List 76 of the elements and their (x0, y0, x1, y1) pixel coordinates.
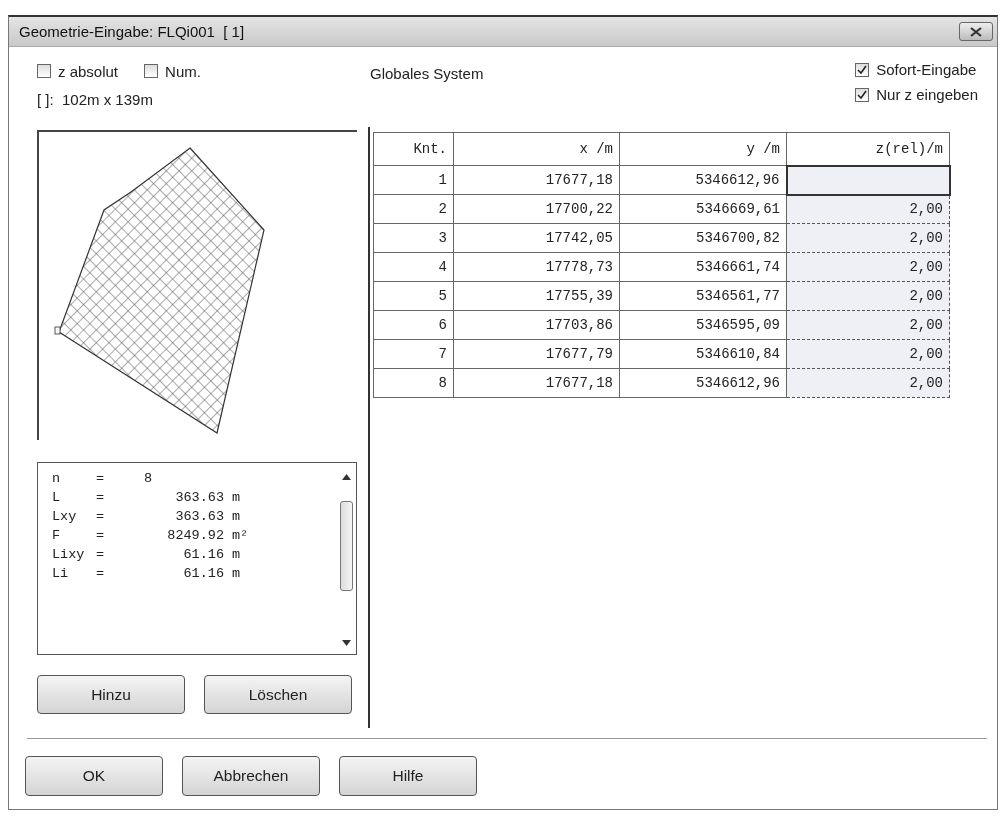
window-title: Geometrie-Eingabe: FLQi001 [ 1] (19, 23, 245, 40)
column-header[interactable]: x /m (453, 132, 620, 166)
table-cell: 4 (373, 252, 454, 282)
table-cell: 7 (373, 339, 454, 369)
table-cell: 5346561,77 (619, 281, 787, 311)
close-button[interactable] (959, 22, 993, 41)
info-value: 61.16 (182, 566, 225, 583)
table-cell: 17677,18 (453, 165, 620, 195)
checkbox[interactable]: Nur z eingeben (855, 86, 978, 103)
z-input-cell[interactable]: 2,00 (786, 368, 950, 398)
info-value: 363.63 (174, 490, 225, 507)
table-cell: 17778,73 (453, 252, 620, 282)
info-value: 8249.92 (166, 528, 225, 545)
list-button[interactable]: Löschen (204, 675, 352, 714)
info-value: 8 (143, 471, 154, 488)
info-name: Li (52, 566, 70, 583)
table-cell: 17742,05 (453, 223, 620, 253)
table-cell: 5 (373, 281, 454, 311)
dialog-button[interactable]: OK (25, 756, 163, 796)
table-cell: 3 (373, 223, 454, 253)
table-cell: 5346610,84 (619, 339, 787, 369)
table-cell: 6 (373, 310, 454, 340)
list-button[interactable]: Hinzu (37, 675, 185, 714)
info-name: L (52, 490, 62, 507)
info-equals: = (96, 490, 106, 507)
table-cell: 8 (373, 368, 454, 398)
info-name: F (52, 528, 62, 545)
table-cell: 5346595,09 (619, 310, 787, 340)
info-name: n (52, 471, 62, 488)
table-cell: 5346661,74 (619, 252, 787, 282)
checkmark-icon (857, 64, 868, 75)
z-input-cell[interactable]: 2,00 (786, 252, 950, 282)
scrollbar-thumb[interactable] (340, 501, 353, 591)
table-cell: 17677,18 (453, 368, 620, 398)
z-input-cell[interactable]: 2,00 (786, 339, 950, 369)
table-cell: 17677,79 (453, 339, 620, 369)
z-input-cell[interactable]: 2,00 (786, 223, 950, 253)
column-header[interactable]: Knt. (373, 132, 454, 166)
close-icon (970, 26, 982, 37)
info-name: Lxy (52, 509, 78, 526)
scroll-down-icon[interactable] (342, 640, 351, 646)
checkbox[interactable]: Num. (144, 62, 201, 80)
z-input-cell[interactable] (786, 165, 950, 195)
column-header[interactable]: y /m (619, 132, 787, 166)
info-equals: = (96, 566, 106, 583)
info-unit: m (232, 566, 242, 583)
checkbox[interactable]: z absolut (37, 62, 119, 80)
table-cell: 17703,86 (453, 310, 620, 340)
info-equals: = (96, 471, 106, 488)
table-cell: 2 (373, 194, 454, 224)
info-unit: m² (232, 528, 250, 545)
table-cell: 5346612,96 (619, 368, 787, 398)
system-label: Globales System (370, 64, 484, 84)
dialog-button[interactable]: Hilfe (339, 756, 477, 796)
info-name: Lixy (52, 547, 86, 564)
table-cell: 17700,22 (453, 194, 620, 224)
checkbox[interactable]: Sofort-Eingabe (855, 61, 978, 78)
z-input-cell[interactable]: 2,00 (786, 194, 950, 224)
info-value: 363.63 (174, 509, 225, 526)
dimensions-label: [ ]: 102m x 139m (37, 91, 154, 108)
table-cell: 1 (373, 165, 454, 195)
info-equals: = (96, 547, 106, 564)
table-cell: 5346700,82 (619, 223, 787, 253)
info-unit: m (232, 509, 242, 526)
checkmark-icon (857, 89, 868, 100)
scroll-up-icon[interactable] (342, 474, 351, 480)
z-input-cell[interactable]: 2,00 (786, 281, 950, 311)
table-cell: 5346669,61 (619, 194, 787, 224)
info-value: 61.16 (182, 547, 225, 564)
table-cell: 17755,39 (453, 281, 620, 311)
z-input-cell[interactable]: 2,00 (786, 310, 950, 340)
dialog-button[interactable]: Abbrechen (182, 756, 320, 796)
info-unit: m (232, 490, 242, 507)
info-unit: m (232, 547, 242, 564)
info-equals: = (96, 509, 106, 526)
info-equals: = (96, 528, 106, 545)
